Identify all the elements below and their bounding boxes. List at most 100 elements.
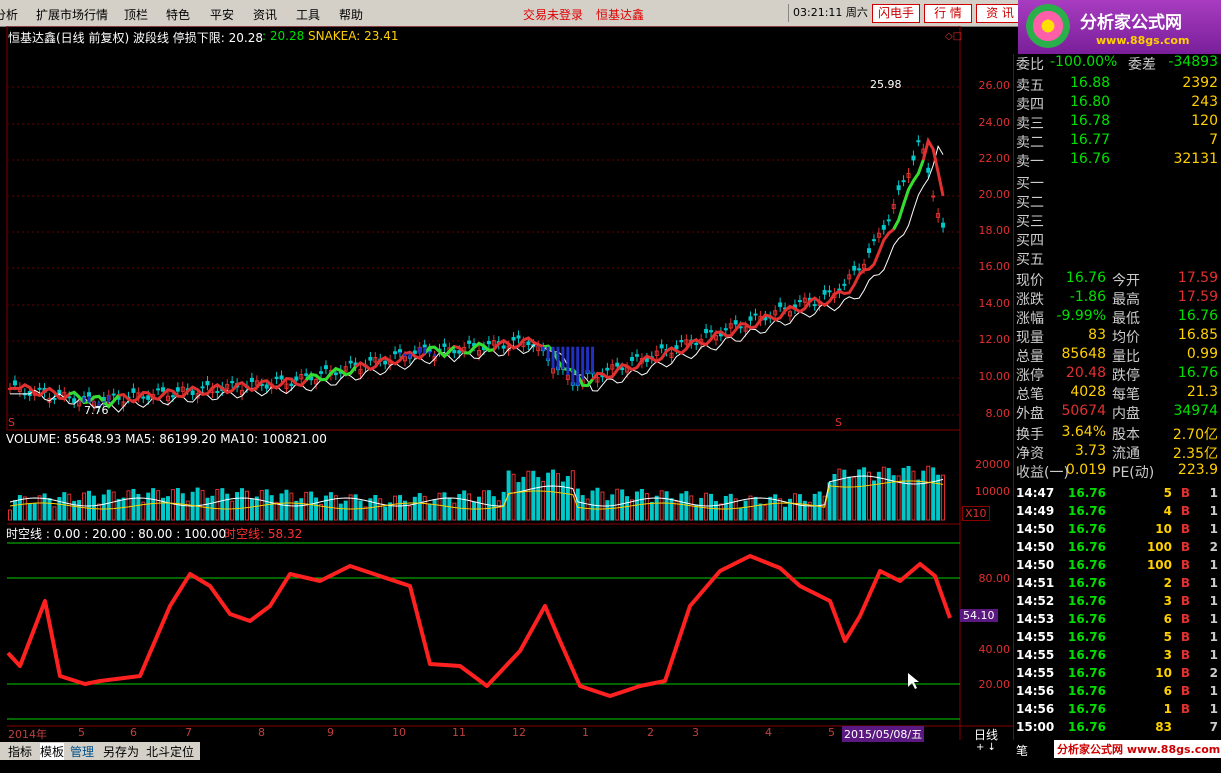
volume-bar (546, 472, 551, 521)
stat-value: 0.99 (1186, 346, 1218, 362)
candle-body (12, 380, 17, 386)
volume-bar (447, 498, 452, 521)
candle-body (901, 180, 906, 183)
volume-bar (783, 506, 788, 521)
bottom-ad-banner[interactable]: 分析家公式网 www.88gs.com (1054, 740, 1221, 758)
volume-bar (235, 492, 240, 521)
tick-volume: 10 (1155, 666, 1172, 680)
volume-bar (156, 490, 161, 521)
tab-manage[interactable]: 管理 (70, 743, 94, 760)
menu-analysis[interactable]: 分析 (0, 6, 18, 23)
logo-title: 分析家公式网 (1080, 13, 1182, 33)
info-button[interactable]: 资 讯 (976, 4, 1024, 23)
date-tick: 5 (828, 726, 835, 739)
volume-bar (659, 490, 664, 521)
volume-bar (323, 495, 328, 521)
menu-special[interactable]: 特色 (166, 6, 190, 23)
candle-body (634, 354, 639, 357)
volume-bar (852, 477, 857, 521)
volume-bar (481, 490, 486, 521)
quote-row: 卖二 16.77 7 (1014, 132, 1221, 151)
volume-bar (605, 500, 610, 521)
volume-bar (551, 469, 556, 521)
trade-login-status[interactable]: 交易未登录 (523, 6, 583, 23)
volume-bar (467, 493, 472, 521)
ask-volume: 2392 (1182, 75, 1218, 91)
volume-title: VOLUME: 85648.93 MA5: 86199.20 MA10: 100… (6, 432, 327, 446)
stat-label: 现价 (1016, 273, 1044, 289)
candle-body (319, 371, 324, 374)
tick-row: 14:50 16.76 100 B 2 (1014, 538, 1221, 556)
stat-value: 16.76 (1177, 308, 1218, 324)
stop-value: : 20.28 (262, 29, 305, 43)
volume-bar (867, 471, 872, 521)
candle-body (398, 349, 403, 353)
tick-row: 14:55 16.76 3 B 1 (1014, 646, 1221, 664)
window-controls-icon[interactable]: ◇□ (945, 31, 962, 42)
price-tick: 8.00 (985, 407, 1011, 420)
volume-bar (911, 470, 916, 521)
candle-body (620, 367, 625, 371)
chart-area[interactable]: 恒基达鑫(日线 前复权) 波段线 停损下限: 20.28 : 20.28 SNA… (0, 26, 1013, 753)
high-price-label: 25.98 (870, 78, 902, 91)
menu-pingan[interactable]: 平安 (210, 6, 234, 23)
order-ratio-row: 委比 -100.00% 委差 -34893 (1014, 54, 1221, 73)
volume-bar (343, 500, 348, 521)
volume-bar (649, 501, 654, 521)
zoom-controls[interactable]: + ↓ (976, 742, 996, 753)
volume-bar (398, 495, 403, 521)
volume-bar (634, 491, 639, 521)
volume-bar (205, 497, 210, 521)
volume-bar (560, 481, 565, 521)
tab-template[interactable]: 模板 (40, 743, 65, 760)
low-price-label: 7.76 (84, 404, 109, 417)
tick-volume: 10 (1155, 522, 1172, 536)
tab-beidou[interactable]: 北斗定位 (146, 743, 194, 760)
price-tick: 10.00 (978, 370, 1011, 383)
menu-ext-market[interactable]: 扩展市场行情 (36, 6, 108, 23)
menu-help[interactable]: 帮助 (339, 6, 363, 23)
volume-bar (12, 500, 17, 521)
price-tick: 22.00 (978, 152, 1011, 165)
volume-bar (289, 492, 294, 521)
tick-row: 14:56 16.76 1 B 1 (1014, 700, 1221, 718)
volume-bar (402, 500, 407, 521)
period-label[interactable]: 日线 (974, 726, 998, 743)
volume-bar (595, 487, 600, 521)
side-tab-trades[interactable]: 笔 (1016, 742, 1028, 759)
volume-bar (773, 494, 778, 521)
volume-bar (699, 497, 704, 521)
tab-save-as[interactable]: 另存为 (103, 743, 139, 760)
volume-bar (62, 492, 67, 521)
tick-side: B (1180, 702, 1190, 716)
quote-button[interactable]: 行 情 (924, 4, 972, 23)
volume-bar (472, 501, 477, 521)
volume-bar (299, 498, 304, 521)
stat-label: 现量 (1016, 330, 1044, 346)
flash-trade-button[interactable]: 闪电手 (872, 4, 920, 23)
mouse-cursor-icon (908, 673, 919, 689)
ask-volume: 7 (1209, 132, 1218, 148)
order-ratio-value: -100.00% (1050, 54, 1118, 70)
candle-body (294, 376, 299, 381)
menu-tools[interactable]: 工具 (296, 6, 320, 23)
tab-indicator[interactable]: 指标 (8, 743, 32, 760)
volume-bar (931, 467, 936, 521)
volume-bar (314, 497, 319, 521)
volume-bar (106, 489, 111, 521)
candle-body (733, 320, 738, 325)
tick-side: B (1180, 576, 1190, 590)
tick-side: B (1180, 504, 1190, 518)
stat-value: 83 (1088, 327, 1106, 343)
volume-bar (22, 496, 27, 521)
menu-info[interactable]: 资讯 (253, 6, 277, 23)
fund-value: 3.73 (1074, 443, 1106, 459)
volume-bar (121, 497, 126, 521)
tick-count: 1 (1209, 684, 1218, 698)
volume-bar (417, 493, 422, 521)
volume-bar (8, 509, 12, 521)
candle-body (723, 328, 728, 331)
menu-topbar[interactable]: 顶栏 (124, 6, 148, 23)
tick-price: 16.76 (1068, 648, 1106, 662)
date-tick: 5 (78, 726, 85, 739)
